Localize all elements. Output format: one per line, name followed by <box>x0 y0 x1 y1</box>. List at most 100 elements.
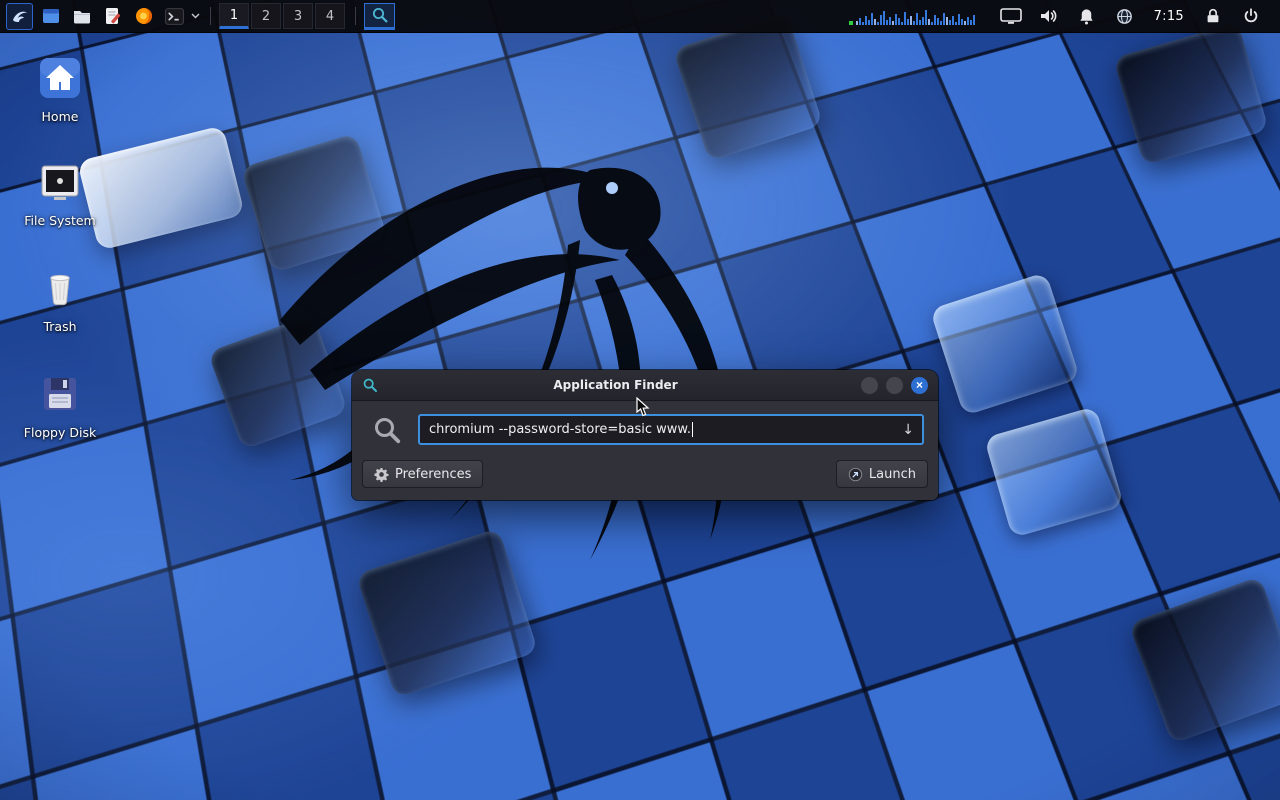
visualizer-bar <box>973 15 975 25</box>
desktop-icon-floppy-disk[interactable]: Floppy Disk <box>12 372 108 440</box>
lock-icon <box>1204 7 1222 25</box>
launch-button[interactable]: Launch <box>836 460 928 488</box>
visualizer-bar <box>970 20 972 25</box>
top-panel: 1234 <box>0 0 1280 33</box>
power-manager-button[interactable] <box>999 5 1023 27</box>
firefox-launcher-button[interactable] <box>130 3 157 30</box>
desktop-screen: 1234 <box>0 0 1280 800</box>
firefox-icon <box>134 6 154 26</box>
visualizer-bar <box>913 21 915 25</box>
visualizer-bar <box>955 22 957 25</box>
display-icon <box>1000 8 1022 25</box>
visualizer-bar <box>922 17 924 25</box>
visualizer-bar <box>865 16 867 25</box>
visualizer-bar <box>940 21 942 25</box>
lock-screen-button[interactable] <box>1201 5 1225 27</box>
file-manager-icon <box>72 6 92 26</box>
terminal-icon <box>164 6 185 27</box>
launch-icon <box>848 467 863 482</box>
visualizer-bar <box>928 19 930 25</box>
visualizer-bar <box>961 19 963 25</box>
kali-dragon-graphic <box>240 110 920 580</box>
workspace-button-2[interactable]: 2 <box>251 3 281 29</box>
dialog-buttons: Preferences Launch <box>352 451 938 500</box>
visualizer-bar <box>859 18 861 25</box>
text-editor-icon <box>103 6 123 26</box>
network-globe-icon <box>1115 7 1134 26</box>
close-icon: × <box>916 379 923 391</box>
clock[interactable]: 7:15 <box>1154 9 1184 24</box>
close-button[interactable]: × <box>911 377 928 394</box>
logout-button[interactable] <box>1239 5 1263 27</box>
visualizer-bar <box>916 13 918 25</box>
volume-button[interactable] <box>1037 5 1061 27</box>
file-manager-launcher-button[interactable] <box>68 3 95 30</box>
text-caret <box>692 422 693 437</box>
visualizer-bar <box>925 10 927 25</box>
minimize-button[interactable] <box>861 377 878 394</box>
floppy-disk-icon <box>38 401 82 420</box>
magnifier-icon <box>371 6 389 24</box>
preferences-label: Preferences <box>395 467 471 482</box>
desktop-icon-home[interactable]: Home <box>12 56 108 124</box>
maximize-button[interactable] <box>886 377 903 394</box>
visualizer-bar <box>895 14 897 25</box>
notifications-bell-icon <box>1077 7 1096 26</box>
visualizer-bar <box>880 15 882 25</box>
desktop-icon-trash[interactable]: Trash <box>12 266 108 334</box>
text-editor-launcher-button[interactable] <box>99 3 126 30</box>
launch-label: Launch <box>869 467 916 482</box>
power-icon <box>1242 7 1260 25</box>
desktop-icon-label: Home <box>12 109 108 124</box>
visualizer-bar <box>949 20 951 25</box>
dropdown-arrow-icon[interactable]: ↓ <box>902 423 914 437</box>
visualizer-bar <box>958 14 960 25</box>
command-input[interactable]: chromium --password-store=basic www. ↓ <box>418 414 924 445</box>
visualizer-bar <box>934 15 936 25</box>
file-system-icon <box>38 189 82 208</box>
mouse-cursor <box>636 397 650 417</box>
application-finder-icon <box>362 377 378 393</box>
panel-separator <box>210 7 211 25</box>
notifications-button[interactable] <box>1075 5 1099 27</box>
panel-separator <box>355 7 356 25</box>
visualizer-bar <box>892 21 894 25</box>
visualizer-status-dot <box>849 21 853 25</box>
desktop-icon-label: Trash <box>12 319 108 334</box>
trash-icon <box>38 295 82 314</box>
visualizer-bar <box>946 17 948 25</box>
command-text: chromium --password-store=basic www. <box>429 422 691 437</box>
visualizer-bar <box>907 19 909 25</box>
visualizer-bar <box>919 20 921 25</box>
visualizer-bar <box>856 21 858 25</box>
kali-logo-icon <box>10 6 30 26</box>
visualizer-bar <box>937 18 939 25</box>
window-launcher-button[interactable] <box>37 3 64 30</box>
terminal-dropdown-button[interactable] <box>190 3 200 30</box>
home-icon <box>38 85 82 104</box>
desktop-icon-label: File System <box>12 213 108 228</box>
search-icon <box>372 415 402 445</box>
visualizer-bar <box>943 13 945 25</box>
visualizer-bar <box>931 22 933 25</box>
workspace-button-1[interactable]: 1 <box>219 3 249 29</box>
visualizer-bar <box>889 17 891 25</box>
application-finder-window: Application Finder × chromium --password… <box>352 370 938 500</box>
workspace-button-3[interactable]: 3 <box>283 3 313 29</box>
terminal-launcher-button[interactable] <box>161 3 188 30</box>
visualizer-bar <box>862 22 864 25</box>
application-finder-launcher-button[interactable] <box>364 3 395 30</box>
volume-icon <box>1039 6 1059 26</box>
workspace-button-4[interactable]: 4 <box>315 3 345 29</box>
visualizer-bar <box>868 20 870 25</box>
window-icon <box>41 6 61 26</box>
visualizer-bar <box>877 22 879 25</box>
network-button[interactable] <box>1113 5 1137 27</box>
preferences-button[interactable]: Preferences <box>362 460 483 488</box>
applications-menu-button[interactable] <box>6 3 33 30</box>
visualizer-bar <box>901 22 903 25</box>
desktop-icon-label: Floppy Disk <box>12 425 108 440</box>
desktop-icon-file-system[interactable]: File System <box>12 160 108 228</box>
visualizer-bar <box>967 17 969 25</box>
audio-visualizer <box>849 4 976 28</box>
